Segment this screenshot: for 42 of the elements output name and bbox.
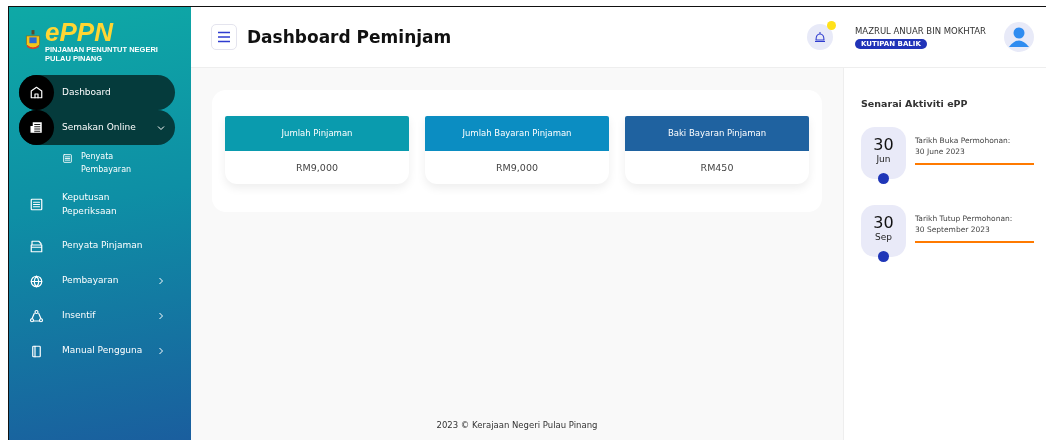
book-icon [29, 343, 44, 359]
newspaper-icon [29, 120, 44, 135]
user-name: MAZRUL ANUAR BIN MOKHTAR [855, 25, 986, 36]
chevron-icon [157, 347, 165, 356]
list-icon [62, 153, 73, 164]
page-title: Dashboard Peminjam [247, 27, 453, 47]
card-header: Jumlah Pinjaman [225, 116, 409, 151]
printer-icon [29, 238, 44, 254]
nav-item[interactable]: Keputusan Peperiksaan [19, 180, 175, 229]
cycle-icon [29, 308, 44, 324]
date-day: 30 [861, 135, 906, 154]
date-month: Jun [875, 154, 892, 164]
avatar-icon[interactable] [1004, 22, 1034, 52]
nav-item[interactable]: Insentif [19, 298, 175, 334]
nav-item[interactable]: Manual Pengguna [19, 333, 175, 369]
menu-icon [217, 31, 231, 43]
chevron-icon [157, 277, 165, 286]
submenu-item[interactable]: Penyata Pembayaran [19, 145, 149, 181]
chevron-icon [157, 123, 165, 132]
menu-button[interactable] [211, 24, 237, 50]
timeline-dot [878, 173, 889, 184]
notification-button[interactable] [807, 24, 833, 50]
card-header: Baki Bayaran Pinjaman [625, 116, 809, 151]
chevron-icon [157, 312, 165, 321]
bell-icon [814, 31, 826, 43]
nav-item[interactable]: Pembayaran [19, 263, 175, 299]
nav-item[interactable]: Semakan Online [19, 110, 175, 145]
card-header: Jumlah Bayaran Pinjaman [425, 116, 609, 151]
logo-text: ePPN [45, 19, 115, 45]
timeline-dot [878, 251, 889, 262]
panel-title: Senarai Aktiviti ePP [861, 98, 969, 109]
nav-item[interactable]: Dashboard [19, 75, 175, 110]
footer-text: 2023 © Kerajaan Negeri Pulau Pinang [435, 420, 599, 432]
date-day: 30 [861, 213, 906, 232]
card-value: RM9,000 [295, 161, 339, 175]
home-icon [29, 85, 44, 100]
globe-icon [29, 273, 44, 289]
date-month: Sep [874, 232, 893, 242]
list-icon [29, 197, 44, 213]
card-value: RM9,000 [495, 161, 539, 175]
card-value: RM450 [699, 161, 735, 175]
nav-item[interactable]: Penyata Pinjaman [19, 228, 175, 264]
